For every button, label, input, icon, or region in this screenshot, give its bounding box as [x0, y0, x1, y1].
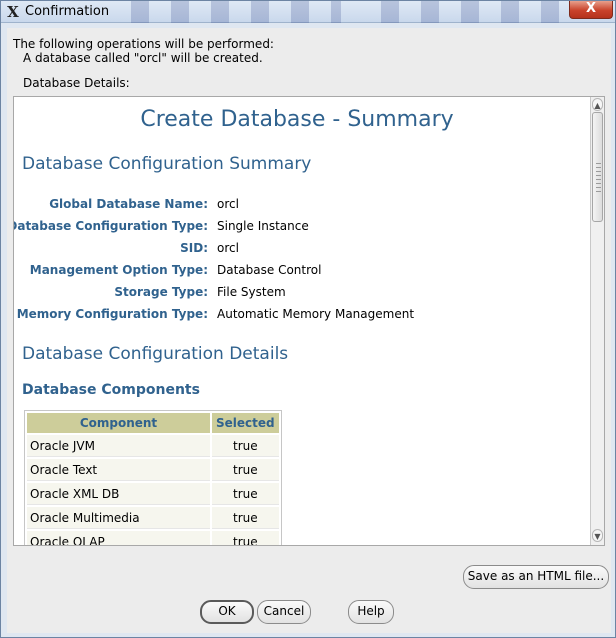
details-label: Database Details: [23, 76, 130, 90]
table-row: Oracle OLAP true [27, 531, 279, 545]
summary-html-panel[interactable]: Create Database - Summary Database Confi… [13, 96, 605, 546]
title-bar-background [381, 1, 561, 23]
component-cell: Oracle Multimedia [27, 507, 210, 529]
confirmation-window: X Confirmation X The following operation… [0, 0, 616, 638]
table-row: Oracle Text true [27, 459, 279, 481]
field-label: Global Database Name: [49, 197, 208, 211]
cancel-button[interactable]: Cancel [257, 600, 311, 624]
field-label: Database Configuration Type: [13, 219, 208, 233]
field-label: SID: [180, 241, 208, 255]
title-bar[interactable]: X Confirmation X [1, 1, 615, 23]
field-value: File System [217, 285, 286, 299]
grip-icon [596, 163, 601, 193]
field-row: Storage Type: File System [14, 285, 584, 305]
table-row: Oracle XML DB true [27, 483, 279, 505]
components-table: Component Selected Oracle JVM true Oracl… [24, 410, 282, 545]
field-row: Global Database Name: orcl [14, 197, 584, 217]
close-icon: X [585, 1, 597, 16]
field-value: orcl [217, 197, 239, 211]
component-cell: Oracle JVM [27, 435, 210, 457]
selected-cell: true [212, 507, 279, 529]
vertical-scrollbar[interactable]: ▲ ▼ [590, 97, 604, 545]
field-value: Database Control [217, 263, 322, 277]
intro-line-2: A database called "orcl" will be created… [23, 51, 263, 65]
arrow-up-icon[interactable]: ▲ [592, 98, 603, 111]
column-header-component: Component [27, 413, 210, 433]
field-row: SID: orcl [14, 241, 584, 261]
selected-cell: true [212, 435, 279, 457]
table-row: Oracle Multimedia true [27, 507, 279, 529]
selected-cell: true [212, 531, 279, 545]
section-heading-components: Database Components [22, 382, 200, 398]
component-cell: Oracle Text [27, 459, 210, 481]
arrow-down-icon[interactable]: ▼ [592, 529, 603, 542]
column-header-selected: Selected [212, 413, 279, 433]
table-row: Oracle JVM true [27, 435, 279, 457]
close-button[interactable]: X [569, 1, 613, 19]
field-value: Automatic Memory Management [217, 307, 415, 321]
scrollbar-thumb[interactable] [592, 112, 603, 222]
dialog-body: The following operations will be perform… [7, 28, 611, 633]
component-cell: Oracle OLAP [27, 531, 210, 545]
field-value: Single Instance [217, 219, 309, 233]
ok-button[interactable]: OK [200, 600, 254, 624]
section-heading-summary: Database Configuration Summary [22, 154, 312, 174]
window-title: Confirmation [25, 4, 110, 19]
section-heading-details: Database Configuration Details [22, 344, 289, 364]
component-cell: Oracle XML DB [27, 483, 210, 505]
field-label: Memory Configuration Type: [16, 307, 208, 321]
save-as-html-button[interactable]: Save as an HTML file... [463, 565, 609, 589]
help-button[interactable]: Help [348, 600, 394, 624]
field-row: Database Configuration Type: Single Inst… [14, 219, 584, 239]
x11-icon: X [7, 3, 19, 21]
intro-line-1: The following operations will be perform… [13, 37, 274, 51]
field-value: orcl [217, 241, 239, 255]
selected-cell: true [212, 459, 279, 481]
intro-text: The following operations will be perform… [13, 37, 274, 65]
field-label: Management Option Type: [29, 263, 208, 277]
field-label: Storage Type: [114, 285, 208, 299]
table-header-row: Component Selected [27, 413, 279, 433]
selected-cell: true [212, 483, 279, 505]
report-title: Create Database - Summary [140, 107, 454, 132]
title-bar-background [131, 1, 341, 23]
field-row: Memory Configuration Type: Automatic Mem… [14, 307, 584, 327]
field-row: Management Option Type: Database Control [14, 263, 584, 283]
